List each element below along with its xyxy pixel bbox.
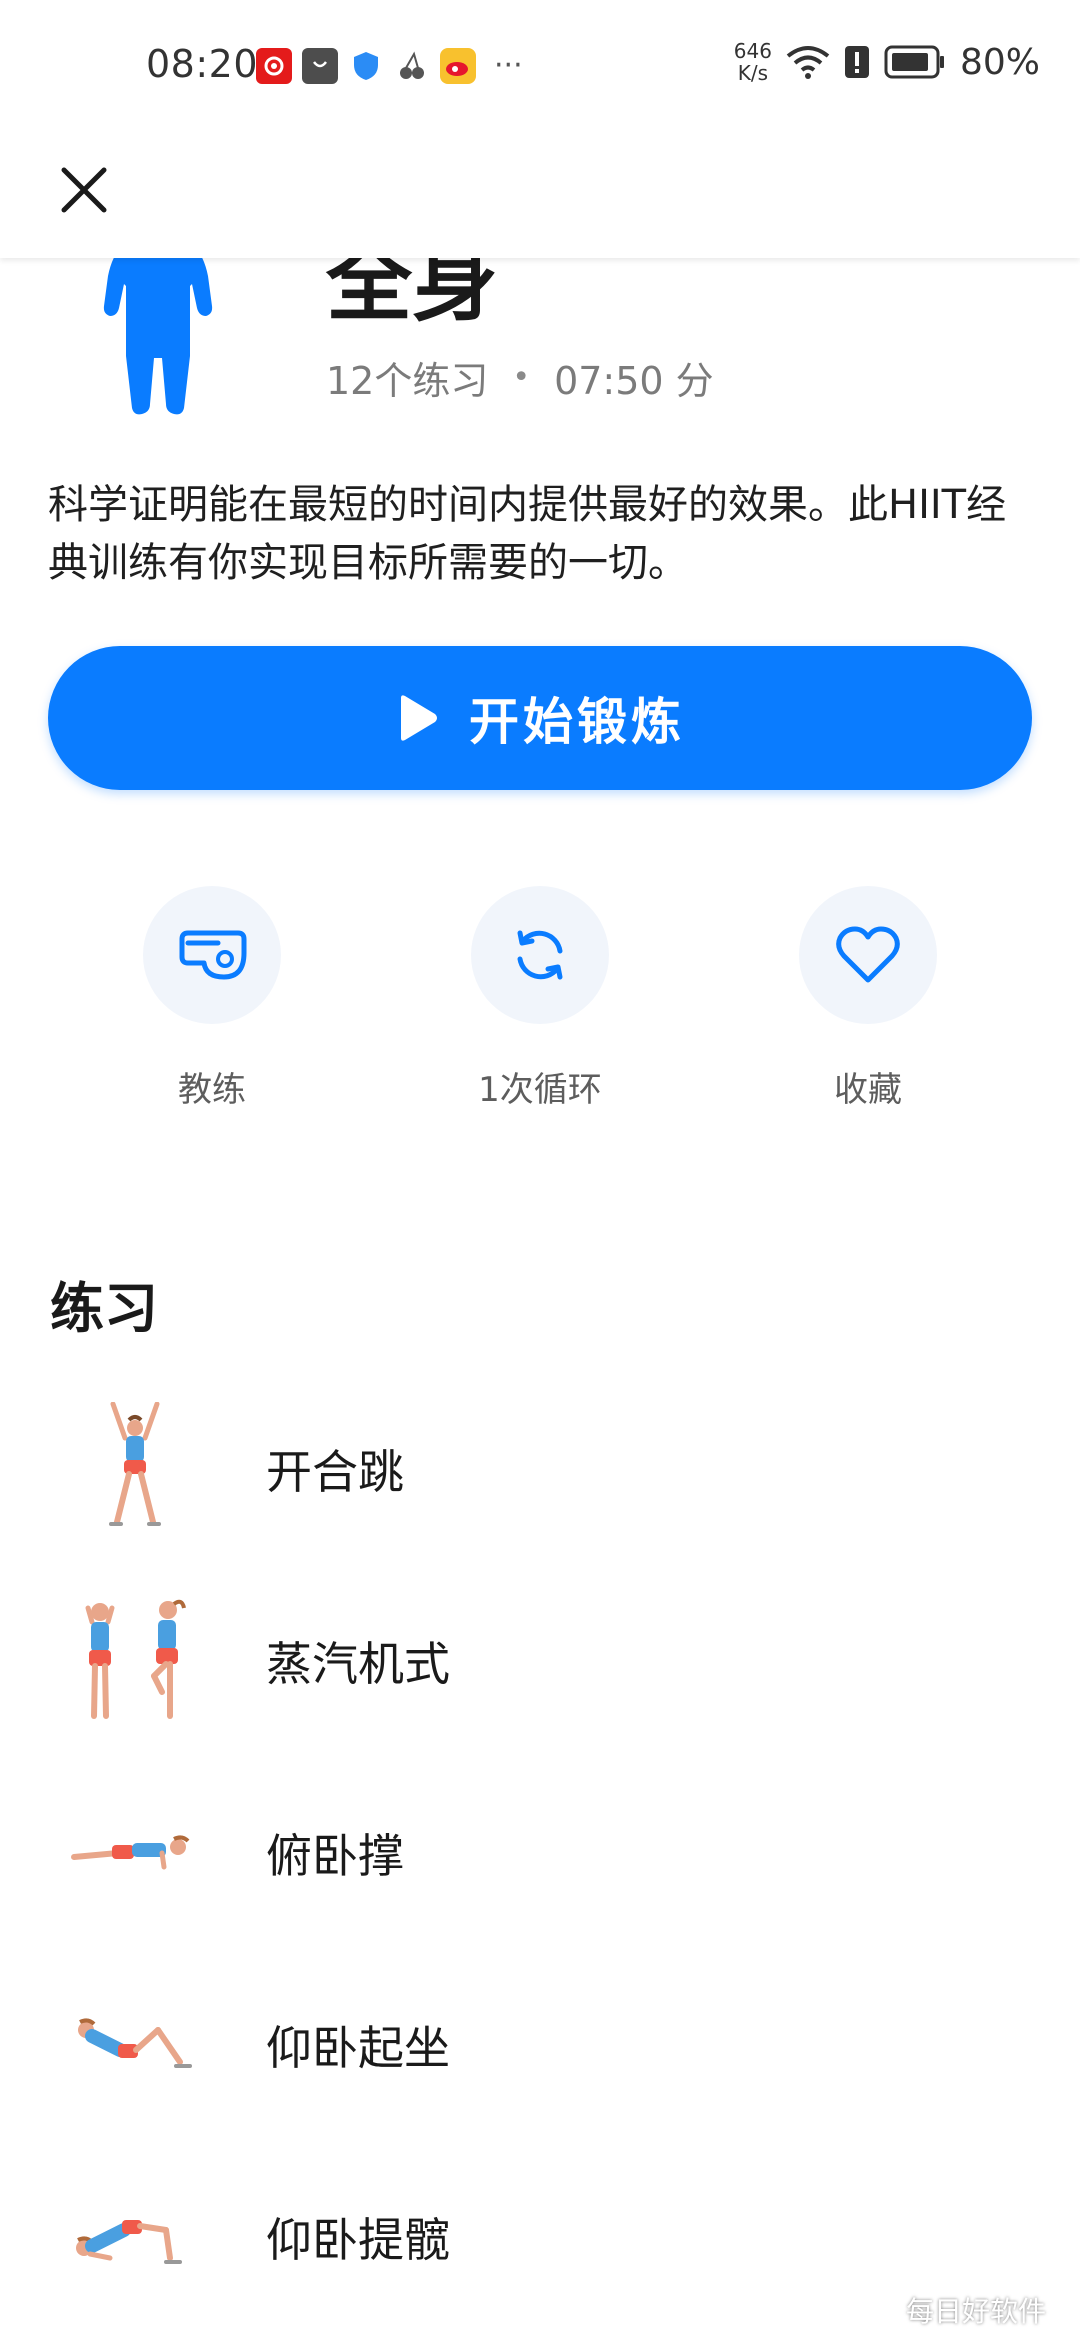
start-workout-button[interactable]: 开始锻炼 — [48, 646, 1032, 790]
wifi-icon — [786, 46, 830, 79]
top-header — [0, 130, 1080, 258]
exercise-list: 开合跳 蒸汽机式 俯卧撑 仰卧起坐 仰卧提髋 — [0, 1384, 1080, 2344]
exercise-thumbnail — [60, 1392, 210, 1542]
jumping-jack-figure-icon — [109, 1402, 161, 1526]
coach-icon-circle — [143, 886, 281, 1024]
exercise-name: 仰卧提髋 — [266, 2213, 450, 2267]
watermark-text: 每日好软件 — [905, 2295, 1046, 2328]
workout-duration: 07:50 分 — [554, 359, 714, 403]
sit-up-figure-icon — [78, 2018, 192, 2068]
steam-engine-figure-icon — [85, 1599, 186, 1719]
cloud-app-icon — [256, 48, 292, 84]
exercise-item[interactable]: 蒸汽机式 — [0, 1576, 1080, 1768]
close-icon — [61, 167, 107, 213]
watermark: 每日好软件 — [860, 2290, 1046, 2330]
exercise-name: 俯卧撑 — [266, 1829, 404, 1883]
repeat-icon — [517, 930, 563, 980]
battery-percentage: 80% — [959, 41, 1040, 83]
favorite-label: 收藏 — [834, 1070, 902, 1110]
battery-icon — [884, 45, 944, 79]
status-time: 08:20 — [146, 42, 259, 86]
exercises-section-title: 练习 — [50, 1277, 158, 1340]
workout-description: 科学证明能在最短的时间内提供最好的效果。此HIIT经典训练有你实现目标所需要的一… — [48, 482, 1007, 586]
exercise-name: 蒸汽机式 — [266, 1637, 450, 1691]
exercise-thumbnail — [60, 2160, 210, 2310]
favorite-icon-circle — [799, 886, 937, 1024]
exercise-name: 开合跳 — [266, 1445, 404, 1499]
shield-icon — [348, 48, 384, 84]
start-workout-label: 开始锻炼 — [469, 693, 685, 751]
exercise-thumbnail — [60, 1584, 210, 1734]
full-body-figure-icon — [103, 258, 213, 415]
workout-title: 全身 — [326, 258, 498, 333]
rounds-label: 1次循环 — [478, 1070, 602, 1110]
app-gallery-icon — [302, 48, 338, 84]
favorite-button[interactable]: 收藏 — [768, 886, 968, 1111]
whistle-icon — [179, 930, 247, 980]
notification-icons: ··· — [256, 48, 523, 84]
exercise-name: 仰卧起坐 — [266, 2021, 450, 2075]
alert-icon — [844, 46, 869, 78]
hip-raise-figure-icon — [76, 2220, 182, 2264]
net-speed-unit: K/s — [737, 61, 769, 85]
exercise-item[interactable]: 俯卧撑 — [0, 1768, 1080, 1960]
coach-button[interactable]: 教练 — [112, 886, 312, 1111]
weibo-icon — [440, 48, 476, 84]
wechat-icon — [860, 2295, 896, 2324]
network-speed: 646 K/s — [734, 40, 772, 84]
coach-label: 教练 — [178, 1070, 246, 1110]
rounds-icon-circle — [471, 886, 609, 1024]
exercise-thumbnail — [60, 1776, 210, 1926]
net-speed-value: 646 — [733, 39, 772, 63]
close-button[interactable] — [44, 150, 124, 230]
cherry-icon — [394, 48, 430, 84]
exercise-thumbnail — [60, 1968, 210, 2118]
exercise-item[interactable]: 仰卧起坐 — [0, 1960, 1080, 2152]
status-bar: 08:20 ··· 646 K/s 80% — [0, 0, 1080, 130]
play-icon — [401, 695, 437, 741]
heart-icon — [836, 926, 900, 983]
system-indicators: 646 K/s 80% — [734, 40, 1040, 84]
workout-header: 全身 12个练习 • 07:50 分 — [0, 258, 1080, 428]
workout-meta: 12个练习 • 07:50 分 — [326, 350, 714, 405]
rounds-button[interactable]: 1次循环 — [440, 886, 640, 1111]
more-notifications-icon: ··· — [494, 48, 523, 83]
push-up-figure-icon — [71, 1835, 190, 1870]
exercise-count: 12个练习 — [326, 359, 489, 403]
meta-separator: • — [512, 360, 531, 395]
exercise-item[interactable]: 开合跳 — [0, 1384, 1080, 1576]
